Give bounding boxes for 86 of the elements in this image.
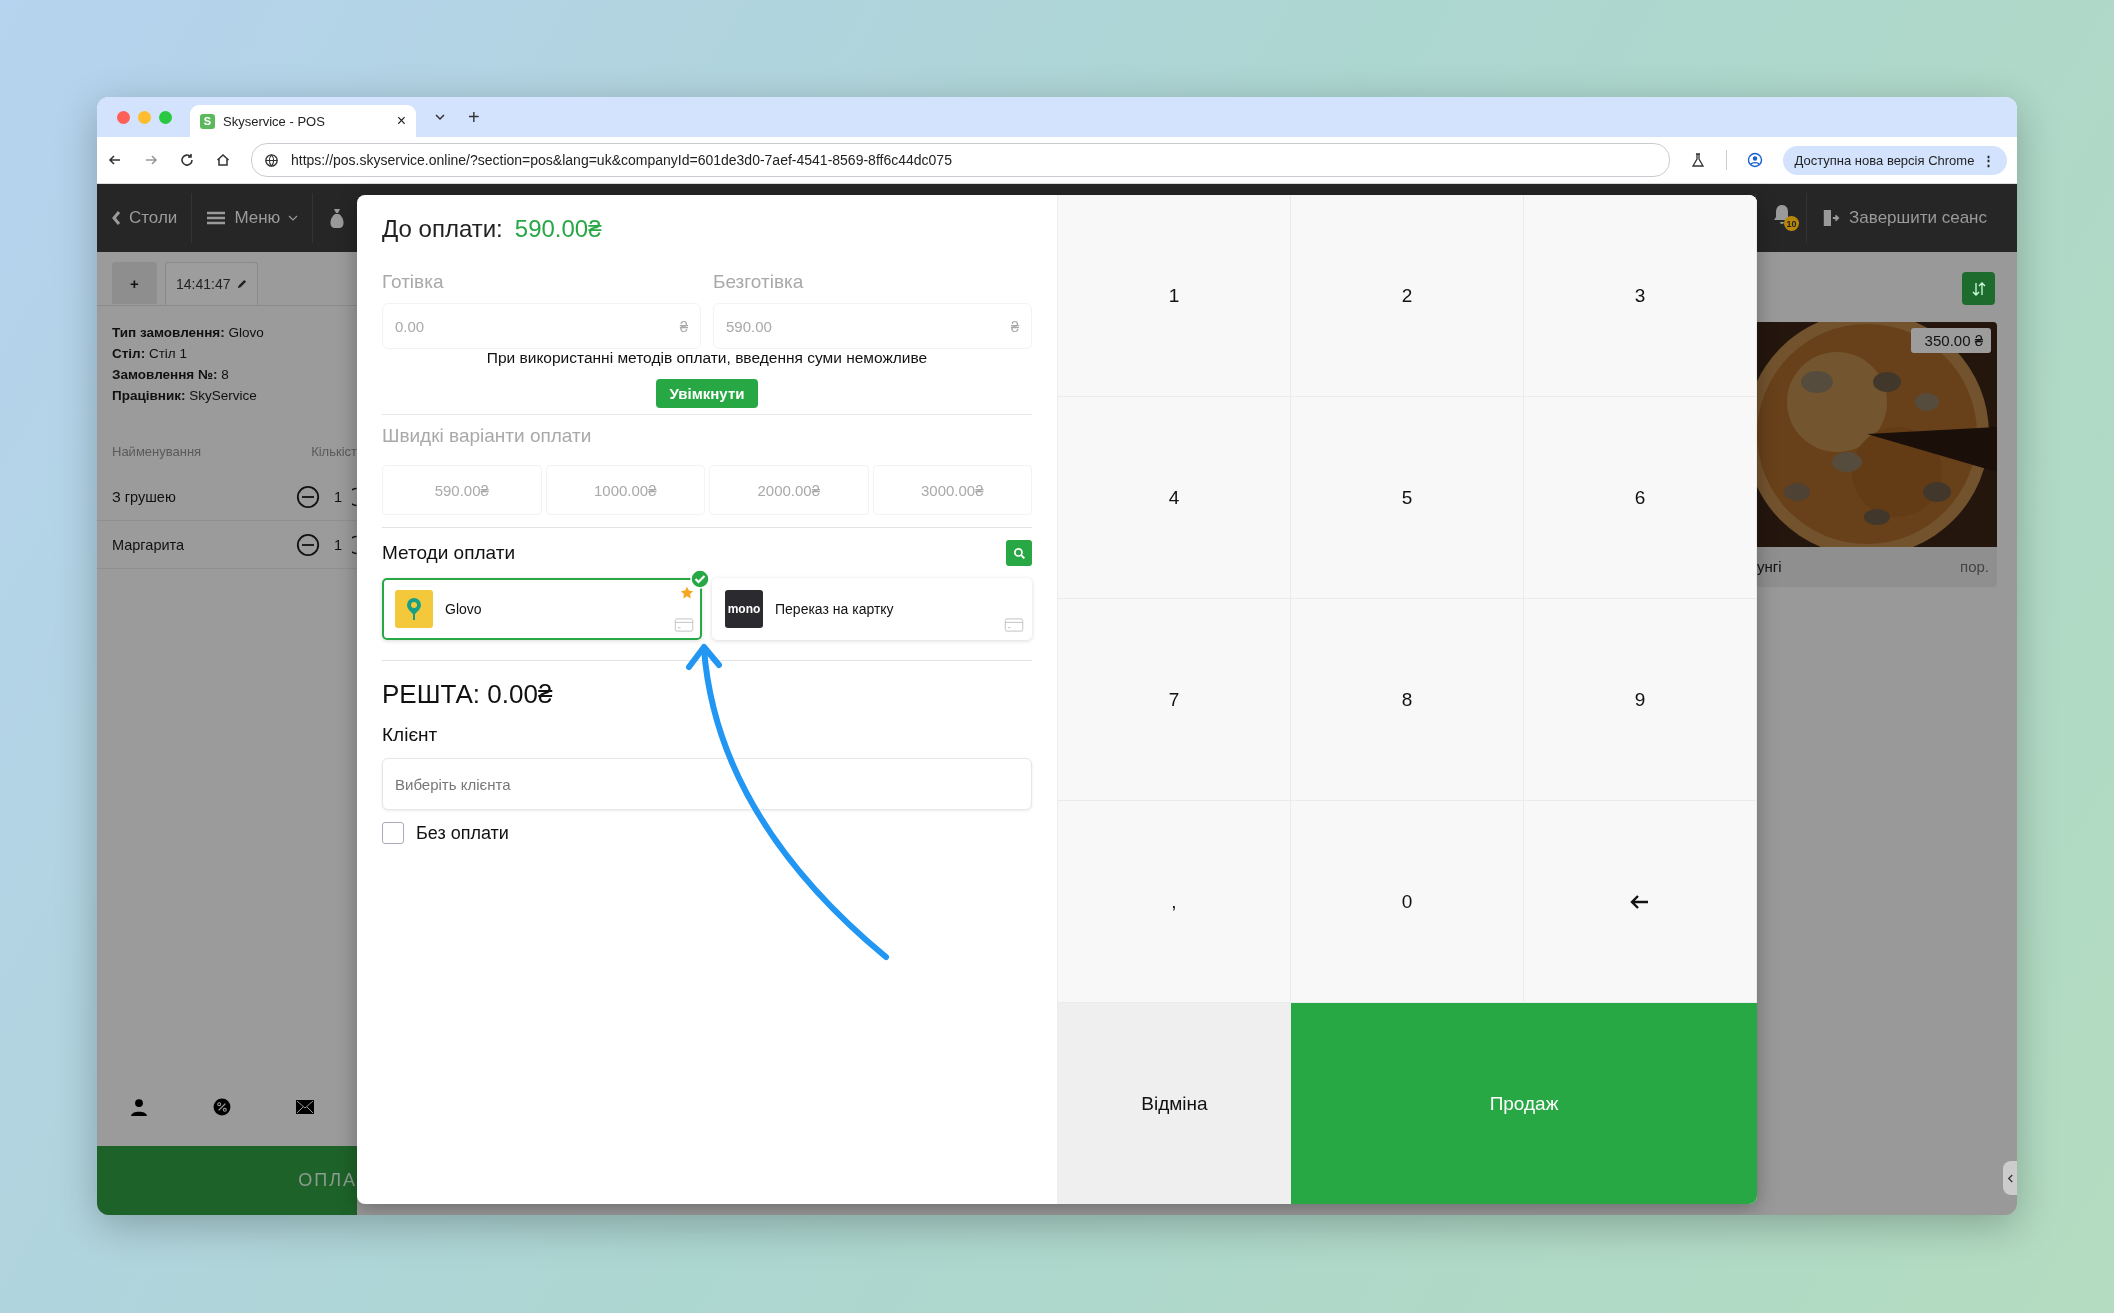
item-name: З грушею: [112, 488, 177, 505]
keypad-key[interactable]: 0: [1291, 801, 1524, 1003]
item-quantity: 1: [334, 488, 344, 505]
reload-icon[interactable]: [179, 152, 195, 168]
new-tab-button[interactable]: +: [468, 105, 480, 129]
minus-icon[interactable]: [296, 484, 320, 509]
method-name: Переказ на картку: [775, 601, 894, 617]
update-chrome-button[interactable]: Доступна нова версія Chrome ⋮: [1782, 145, 2007, 175]
checkbox[interactable]: [382, 822, 404, 844]
keypad-key[interactable]: 6: [1524, 397, 1757, 599]
keypad-key[interactable]: 4: [1058, 397, 1291, 599]
order-info-line: Стіл: Стіл 1: [112, 345, 188, 363]
add-order-button[interactable]: +: [112, 262, 157, 304]
amount-due: 590.00₴: [514, 215, 602, 243]
dialog-title: До оплати:: [382, 215, 503, 243]
sort-arrows-icon: [1970, 280, 1987, 297]
caret-icon: [288, 215, 299, 221]
section-title: Методи оплати: [382, 542, 515, 564]
profile-icon[interactable]: [1746, 152, 1763, 168]
order-info-line: Працівник: SkyService: [112, 387, 258, 405]
pin-logo-icon: [395, 590, 433, 628]
sort-button[interactable]: [1962, 272, 1995, 305]
star-icon: [680, 586, 694, 600]
notice-text: При використанні методів оплати, введення суми неможливе: [485, 349, 929, 367]
product-name: унгі: [1757, 558, 1782, 575]
site-info-icon[interactable]: [264, 152, 279, 168]
home-icon[interactable]: [215, 152, 231, 168]
credit-card-icon: [674, 618, 694, 632]
item-name: Маргарита: [112, 536, 186, 553]
credit-card-icon: [1004, 618, 1024, 632]
pencil-icon: [235, 278, 247, 290]
browser-tab[interactable]: S Skyservice - POS ×: [190, 105, 416, 137]
minus-icon[interactable]: [296, 532, 320, 557]
payment-method-card[interactable]: Glovo: [382, 578, 702, 640]
tab-close-button[interactable]: ×: [396, 112, 406, 130]
order-info-line: Тип замовлення: Glovo: [112, 324, 265, 342]
column-header: Кількіст: [311, 444, 357, 459]
keypad-key[interactable]: 2: [1291, 195, 1524, 397]
tab-list-caret-icon[interactable]: [434, 113, 446, 121]
keypad-key[interactable]: ,: [1058, 801, 1291, 1003]
envelope-icon[interactable]: [296, 1098, 315, 1116]
keypad-key[interactable]: 1: [1058, 195, 1291, 397]
menu-icon: [206, 209, 227, 227]
check-icon: [690, 569, 710, 589]
chevron-left-icon: [2006, 1172, 2014, 1184]
keypad-key[interactable]: 7: [1058, 599, 1291, 801]
field-label: Готівка: [382, 271, 445, 293]
keypad-key[interactable]: 8: [1291, 599, 1524, 801]
client-select-field[interactable]: Виберіть клієнта: [382, 758, 1032, 810]
order-tab[interactable]: 14:41:47: [165, 262, 258, 305]
person-icon[interactable]: [129, 1098, 148, 1116]
item-quantity: 1: [334, 536, 344, 553]
keypad-key[interactable]: 3: [1524, 195, 1757, 397]
exit-icon: [1821, 209, 1842, 227]
search-icon: [1012, 546, 1026, 560]
method-name: Glovo: [445, 601, 482, 617]
product-unit: пор.: [1960, 558, 1989, 575]
order-info-line: Замовлення №: 8: [112, 366, 230, 384]
keypad-key[interactable]: 9: [1524, 599, 1757, 801]
collapse-button[interactable]: [2003, 1161, 2017, 1195]
flask-icon[interactable]: [1689, 152, 1706, 168]
product-card[interactable]: 350.00 ₴ унгі пор.: [1757, 322, 1997, 587]
payment-method-card[interactable]: mono Переказ на картку: [712, 578, 1032, 640]
arrow-left-icon: [1630, 893, 1650, 910]
keypad-key[interactable]: 5: [1291, 397, 1524, 599]
menu-button[interactable]: Меню: [192, 208, 313, 228]
notification-badge: 10: [1784, 216, 1800, 231]
tab-title: Skyservice - POS: [223, 113, 326, 129]
price-tag: 350.00 ₴: [1910, 328, 1991, 353]
change-amount: РЕШТА: 0.00₴: [382, 679, 554, 710]
address-bar[interactable]: https://pos.skyservice.online/?section=pos&lang=uk&companyId=601de3d0-7aef-4541-8569-8ff6c44dc075: [251, 143, 1670, 177]
column-header: Найменування: [112, 444, 202, 459]
cancel-button[interactable]: Відміна: [1058, 1003, 1291, 1204]
checkbox-label: Без оплати: [416, 822, 509, 844]
discount-icon[interactable]: [213, 1098, 231, 1116]
back-to-tables-button[interactable]: Столи: [97, 208, 192, 228]
client-label: Клієнт: [382, 724, 439, 746]
section-title: Швидкі варіанти оплати: [382, 425, 593, 447]
field-label: Безготівка: [713, 271, 805, 293]
bank-logo: mono: [725, 590, 763, 628]
url-text: https://pos.skyservice.online/?section=pos&lang=uk&companyId=601de3d0-7aef-4541-8569-8ff6c44dc075: [291, 152, 952, 168]
end-session-button[interactable]: Завершити сеанс: [1807, 208, 2001, 228]
favicon: S: [200, 113, 215, 129]
notifications-button[interactable]: 10: [1756, 203, 1807, 233]
search-button[interactable]: [1006, 540, 1032, 566]
chevron-left-icon: [111, 210, 121, 226]
